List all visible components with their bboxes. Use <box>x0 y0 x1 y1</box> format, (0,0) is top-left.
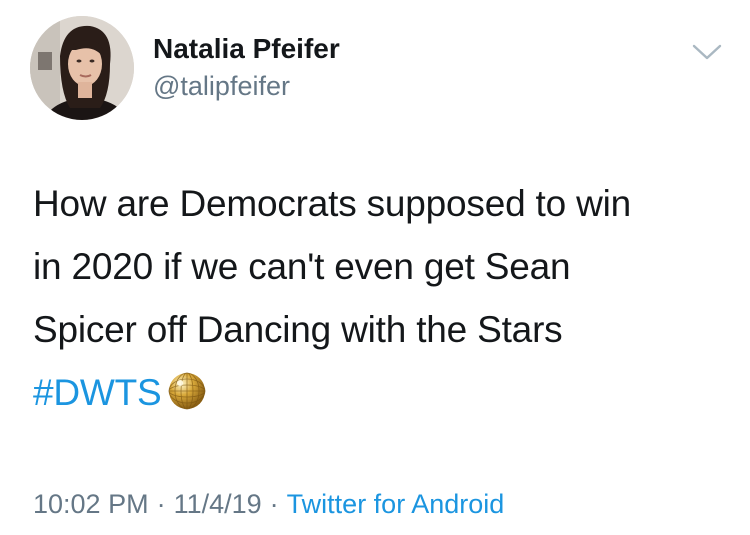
tweet-source-link[interactable]: Twitter for Android <box>287 489 505 519</box>
profile-photo <box>30 16 134 120</box>
tweet-card: Natalia Pfeifer @talipfeifer How are Dem… <box>0 0 750 535</box>
tweet-meta: 10:02 PM · 11/4/19 · Twitter for Android <box>33 484 504 524</box>
tweet-text-line: Spicer off Dancing with the Stars <box>33 309 563 350</box>
chevron-down-icon <box>692 44 722 60</box>
user-handle[interactable]: @talipfeifer <box>153 69 340 103</box>
meta-separator: · <box>156 489 166 519</box>
display-name[interactable]: Natalia Pfeifer <box>153 32 340 66</box>
tweet-time[interactable]: 10:02 PM <box>33 489 149 519</box>
meta-separator: · <box>269 489 279 519</box>
tweet-text-line: How are Democrats supposed to win <box>33 183 632 224</box>
hashtag-link[interactable]: #DWTS <box>33 372 162 413</box>
disco-ball-icon <box>167 367 207 410</box>
avatar[interactable] <box>30 16 134 120</box>
tweet-menu-button[interactable] <box>690 40 724 64</box>
hashtag-line: #DWTS <box>33 361 733 424</box>
tweet-text-line: in 2020 if we can't even get Sean <box>33 246 571 287</box>
author-block[interactable]: Natalia Pfeifer @talipfeifer <box>153 32 340 103</box>
tweet-date[interactable]: 11/4/19 <box>174 489 262 519</box>
tweet-text: How are Democrats supposed to win in 202… <box>33 172 733 424</box>
